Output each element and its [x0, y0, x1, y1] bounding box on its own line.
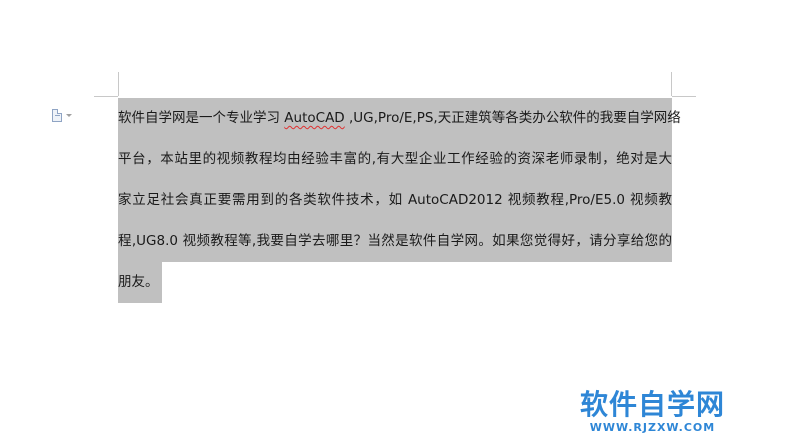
caret-down-icon	[66, 113, 72, 117]
text-line-5: 朋友。	[118, 262, 162, 303]
paragraph-marker[interactable]	[52, 108, 78, 122]
margin-guide-top-right-vertical	[671, 72, 672, 96]
margin-guide-top-left-vertical	[118, 72, 119, 96]
document-page: 软件自学网是一个专业学习 AutoCAD ,UG,Pro/E,PS,天正建筑等各…	[0, 0, 791, 447]
margin-guide-top-right-horizontal	[672, 96, 696, 97]
spellcheck-flagged-word[interactable]: AutoCAD	[284, 110, 344, 126]
text-segment: ,UG,Pro/E,PS,天正建筑等各类办公软件的我要自学网络	[344, 110, 681, 126]
document-icon	[52, 108, 62, 122]
text-line-4: 程,UG8.0 视频教程等,我要自学去哪里？当然是软件自学网。如果您觉得好，请分…	[118, 221, 672, 262]
watermark-title: 软件自学网	[579, 388, 725, 421]
text-line-3: 家立足社会真正要需用到的各类软件技术，如 AutoCAD2012 视频教程,Pr…	[118, 180, 672, 221]
text-line-2: 平台，本站里的视频教程均由经验丰富的,有大型企业工作经验的资深老师录制，绝对是大	[118, 139, 672, 180]
text-line-1: 软件自学网是一个专业学习 AutoCAD ,UG,Pro/E,PS,天正建筑等各…	[118, 98, 681, 139]
selected-paragraph[interactable]: 软件自学网是一个专业学习 AutoCAD ,UG,Pro/E,PS,天正建筑等各…	[118, 98, 681, 303]
site-watermark: 软件自学网 WWW.RJZXW.COM	[580, 389, 725, 435]
margin-guide-top-left-horizontal	[94, 96, 118, 97]
watermark-url: WWW.RJZXW.COM	[589, 421, 716, 434]
text-segment: 软件自学网是一个专业学习	[118, 110, 285, 126]
